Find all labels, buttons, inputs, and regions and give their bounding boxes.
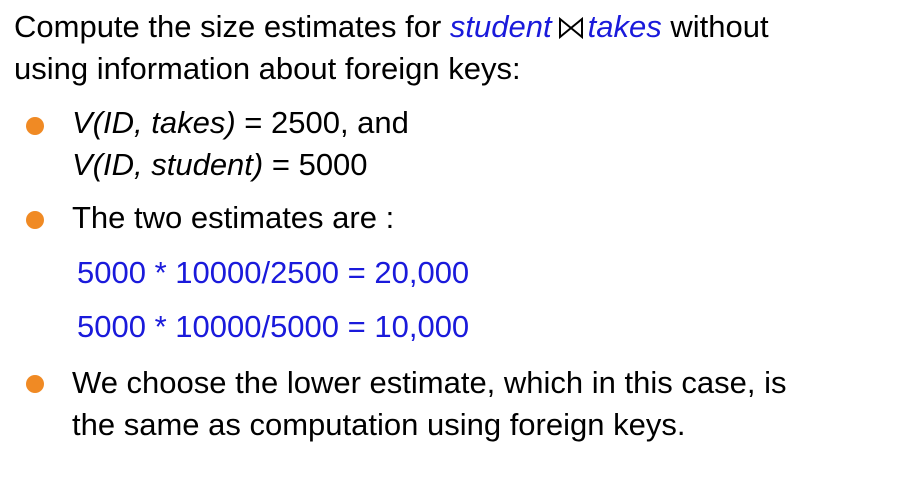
bullet-3-line-1: We choose the lower estimate, which in t…: [72, 365, 787, 400]
intro-paragraph: Compute the size estimates for student ta…: [14, 6, 884, 90]
v-id-takes: V(ID, takes): [72, 105, 236, 140]
slide: Compute the size estimates for student ta…: [0, 0, 898, 501]
bullet-3: We choose the lower estimate, which in t…: [72, 362, 872, 446]
bullet-dot: [26, 211, 44, 229]
intro-prefix: Compute the size estimates for: [14, 9, 450, 44]
natural-join-icon: [558, 17, 583, 39]
bullet-2-text: The two estimates are :: [72, 200, 395, 235]
bullet-1-line-1: V(ID, takes) = 2500, and: [72, 102, 872, 144]
formula-1: 5000 * 10000/2500 = 20,000: [77, 255, 470, 290]
formula-2: 5000 * 10000/5000 = 10,000: [77, 309, 470, 344]
bullet-1: V(ID, takes) = 2500, and V(ID, student) …: [72, 102, 872, 186]
bullet-1-line-2: V(ID, student) = 5000: [72, 144, 872, 186]
intro-line-2: using information about foreign keys:: [14, 51, 521, 86]
relation-takes: takes: [587, 9, 662, 44]
bullet-3-line-2: the same as computation using foreign ke…: [72, 407, 686, 442]
v-id-student: V(ID, student): [72, 147, 264, 182]
v-id-takes-value: = 2500, and: [235, 105, 409, 140]
bullet-dot: [26, 375, 44, 393]
v-id-student-value: = 5000: [263, 147, 368, 182]
intro-line-1: Compute the size estimates for student ta…: [14, 6, 884, 48]
bullet-2: The two estimates are :: [72, 197, 872, 239]
relation-student: student: [449, 9, 552, 44]
intro-suffix: without: [661, 9, 769, 44]
bullet-dot: [26, 117, 44, 135]
